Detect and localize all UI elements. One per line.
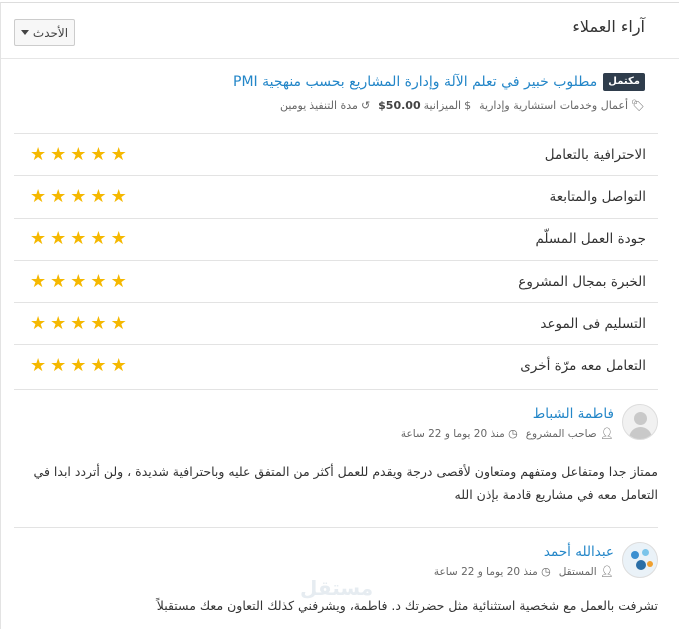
star-icon: ★ bbox=[50, 143, 67, 165]
star-icon: ★ bbox=[90, 228, 107, 250]
status-badge: مكتمل bbox=[603, 73, 645, 91]
star-rating: ★ ★ ★ ★ ★ bbox=[30, 230, 127, 248]
star-icon: ★ bbox=[30, 355, 47, 377]
star-icon: ★ bbox=[90, 312, 107, 334]
star-icon: ★ bbox=[50, 185, 67, 207]
star-icon: ★ bbox=[110, 228, 127, 250]
star-icon: ★ bbox=[30, 228, 47, 250]
rating-label: التعامل معه مرّة أخرى bbox=[520, 358, 646, 375]
star-icon: ★ bbox=[110, 185, 127, 207]
panel-header: آراء العملاء الأحدث bbox=[1, 3, 679, 59]
star-rating: ★ ★ ★ ★ ★ bbox=[30, 312, 127, 334]
star-icon: ★ bbox=[30, 312, 47, 334]
star-icon: ★ bbox=[70, 270, 87, 292]
reviewer-name-link[interactable]: فاطمة الشباط bbox=[401, 406, 614, 422]
duration-value: يومين bbox=[279, 99, 307, 112]
project-meta: 🏷︎ أعمال وخدمات استشارية وإدارية $ الميز… bbox=[233, 99, 645, 112]
rating-row: التسليم فى الموعد ★ ★ ★ ★ ★ bbox=[14, 302, 658, 344]
avatar[interactable] bbox=[622, 542, 658, 578]
star-icon: ★ bbox=[30, 185, 47, 207]
review-text: ممتاز جدا ومتفاعل ومتفهم ومتعاون لأقصى د… bbox=[33, 464, 658, 502]
rating-label: الاحترافية بالتعامل bbox=[544, 146, 646, 163]
rating-label: التواصل والمتابعة bbox=[549, 188, 646, 205]
clock-icon: ◷ bbox=[508, 427, 518, 440]
star-icon: ★ bbox=[70, 143, 87, 165]
star-icon: ★ bbox=[70, 185, 87, 207]
star-rating: ★ ★ ★ ★ ★ bbox=[30, 143, 127, 165]
rating-row: التواصل والمتابعة ★ ★ ★ ★ ★ bbox=[14, 175, 658, 217]
star-icon: ★ bbox=[50, 270, 67, 292]
avatar[interactable] bbox=[622, 404, 658, 440]
star-icon: ★ bbox=[90, 185, 107, 207]
star-rating: ★ ★ ★ ★ ★ bbox=[30, 357, 127, 375]
star-icon: ★ bbox=[110, 143, 127, 165]
ratings-table: الاحترافية بالتعامل ★ ★ ★ ★ ★ التواصل والمتابع… bbox=[14, 133, 658, 387]
star-icon: ★ bbox=[50, 355, 67, 377]
sort-dropdown-button[interactable]: الأحدث bbox=[14, 19, 75, 46]
star-icon: ★ bbox=[90, 143, 107, 165]
star-icon: ★ bbox=[70, 228, 87, 250]
project-title-link[interactable]: مطلوب خبير في تعلم الآلة وإدارة المشاريع… bbox=[233, 74, 597, 90]
star-icon: ★ bbox=[110, 312, 127, 334]
project-summary: مكتمل مطلوب خبير في تعلم الآلة وإدارة ال… bbox=[233, 73, 645, 112]
clock-icon: ↺ bbox=[360, 99, 371, 112]
rating-row: جودة العمل المسلّم ★ ★ ★ ★ ★ bbox=[14, 217, 658, 260]
budget-label: الميزانية bbox=[423, 99, 462, 112]
rating-row: التعامل معه مرّة أخرى ★ ★ ★ ★ ★ bbox=[14, 344, 658, 386]
caret-down-icon bbox=[20, 30, 29, 35]
star-rating: ★ ★ ★ ★ ★ bbox=[30, 185, 127, 207]
user-icon: 👤︎ bbox=[600, 565, 614, 578]
watermark-logo: مستقل bbox=[300, 576, 374, 600]
review-item: فاطمة الشباط 👤︎ صاحب المشروع ◷ منذ 20 يو… bbox=[14, 389, 658, 527]
reviewer-role: المستقل bbox=[558, 566, 597, 578]
star-icon: ★ bbox=[110, 355, 127, 377]
rating-label: جودة العمل المسلّم bbox=[535, 231, 646, 248]
star-icon: ★ bbox=[50, 228, 67, 250]
rating-label: الخبرة بمجال المشروع bbox=[518, 273, 646, 290]
project-category: أعمال وخدمات استشارية وإدارية bbox=[479, 99, 629, 112]
star-icon: ★ bbox=[30, 270, 47, 292]
star-icon: ★ bbox=[30, 143, 47, 165]
sort-label: الأحدث bbox=[32, 25, 69, 40]
star-rating: ★ ★ ★ ★ ★ bbox=[30, 270, 127, 292]
star-icon: ★ bbox=[70, 355, 87, 377]
user-icon: 👤︎ bbox=[600, 427, 614, 440]
review-time: منذ 20 يوما و 22 ساعة bbox=[433, 566, 538, 578]
reviewer-name-link[interactable]: عبدالله أحمد bbox=[434, 544, 614, 560]
rating-label: التسليم فى الموعد bbox=[540, 315, 646, 332]
star-icon: ★ bbox=[70, 312, 87, 334]
duration-label: مدة التنفيذ bbox=[309, 99, 358, 112]
dollar-icon: $ bbox=[464, 99, 472, 112]
clock-icon: ◷ bbox=[541, 565, 551, 578]
reviewer-role: صاحب المشروع bbox=[525, 428, 597, 440]
star-icon: ★ bbox=[90, 355, 107, 377]
review-time: منذ 20 يوما و 22 ساعة bbox=[400, 428, 505, 440]
rating-row: الاحترافية بالتعامل ★ ★ ★ ★ ★ bbox=[14, 133, 658, 175]
star-icon: ★ bbox=[110, 270, 127, 292]
star-icon: ★ bbox=[50, 312, 67, 334]
rating-row: الخبرة بمجال المشروع ★ ★ ★ ★ ★ bbox=[14, 259, 658, 302]
star-icon: ★ bbox=[90, 270, 107, 292]
budget-value: $50.00 bbox=[378, 99, 421, 112]
tag-icon: 🏷︎ bbox=[631, 99, 645, 112]
panel-title: آراء العملاء bbox=[572, 17, 645, 36]
